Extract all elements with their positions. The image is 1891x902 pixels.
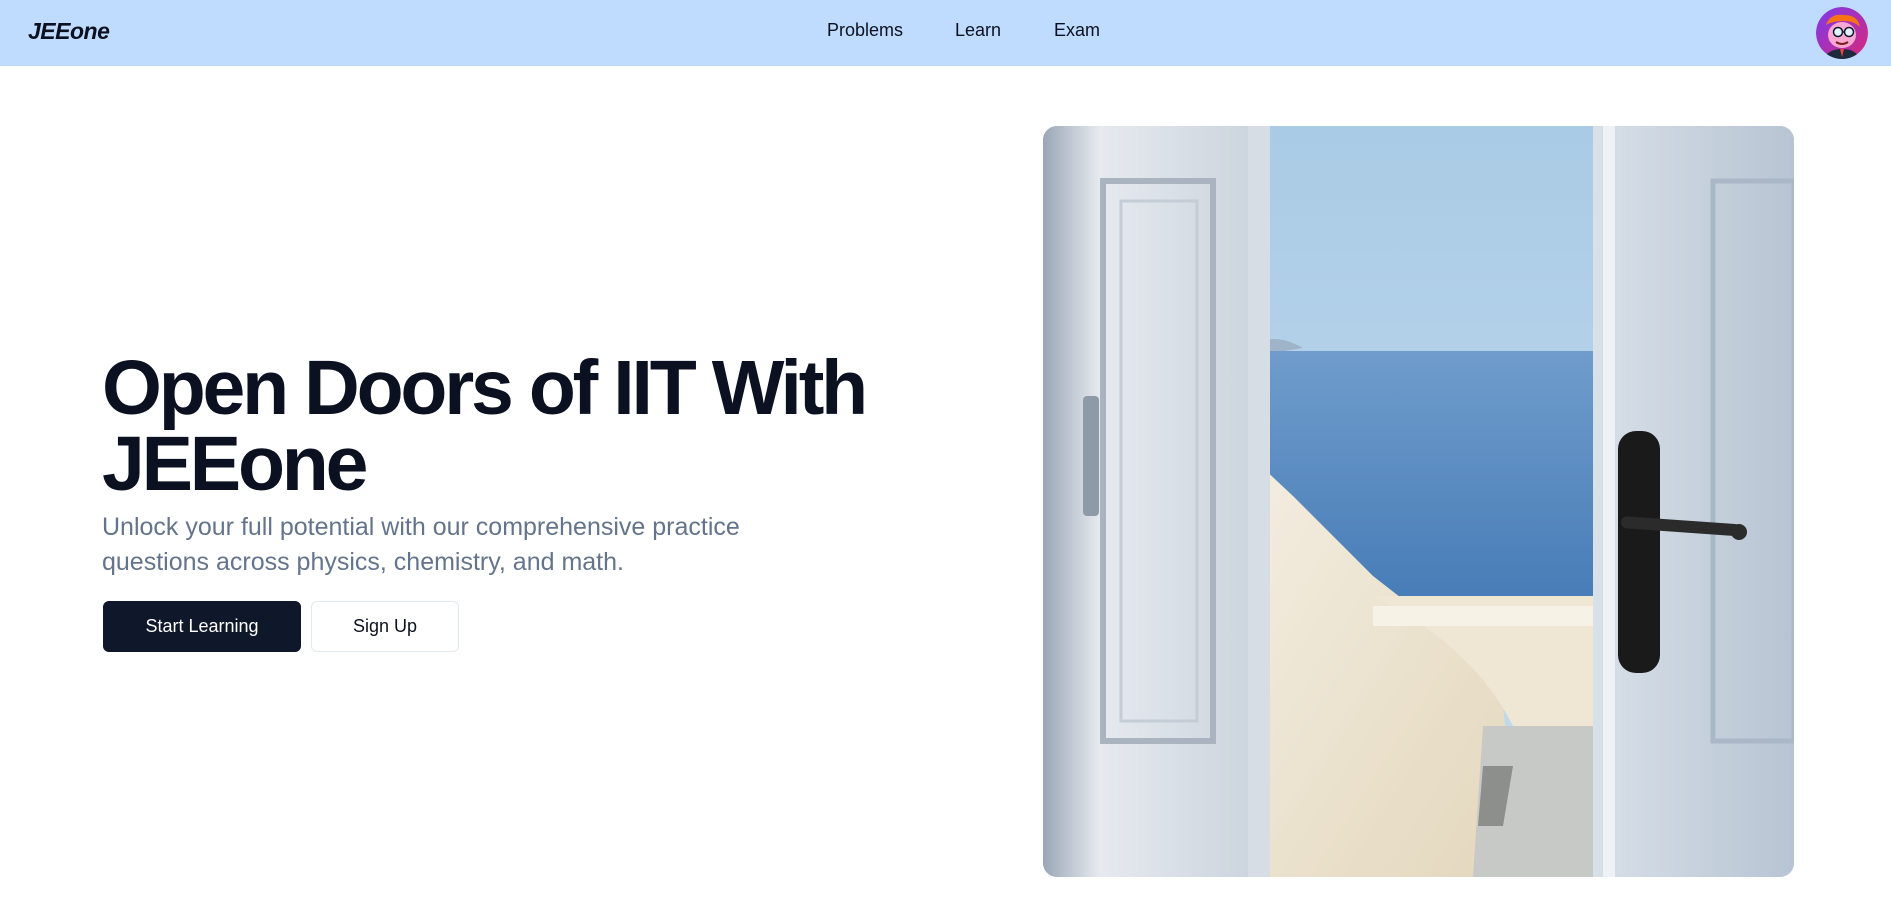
nav-link-problems[interactable]: Problems bbox=[827, 20, 903, 41]
hero-title: Open Doors of IIT With JEEone bbox=[102, 345, 868, 507]
nav-link-exam[interactable]: Exam bbox=[1054, 20, 1100, 41]
main-nav: Problems Learn Exam bbox=[0, 20, 1891, 46]
avatar-character-icon bbox=[1816, 7, 1868, 59]
hero-image-open-doors bbox=[1043, 126, 1794, 877]
hero-subtitle: Unlock your full potential with our comp… bbox=[102, 513, 740, 576]
nav-link-learn[interactable]: Learn bbox=[955, 20, 1001, 41]
start-learning-button[interactable]: Start Learning bbox=[103, 601, 301, 652]
open-doors-sea-illustration bbox=[1043, 126, 1794, 877]
sign-up-button[interactable]: Sign Up bbox=[311, 601, 459, 652]
user-avatar[interactable] bbox=[1816, 7, 1868, 59]
top-navigation-bar: JEEone Problems Learn Exam bbox=[0, 0, 1891, 66]
